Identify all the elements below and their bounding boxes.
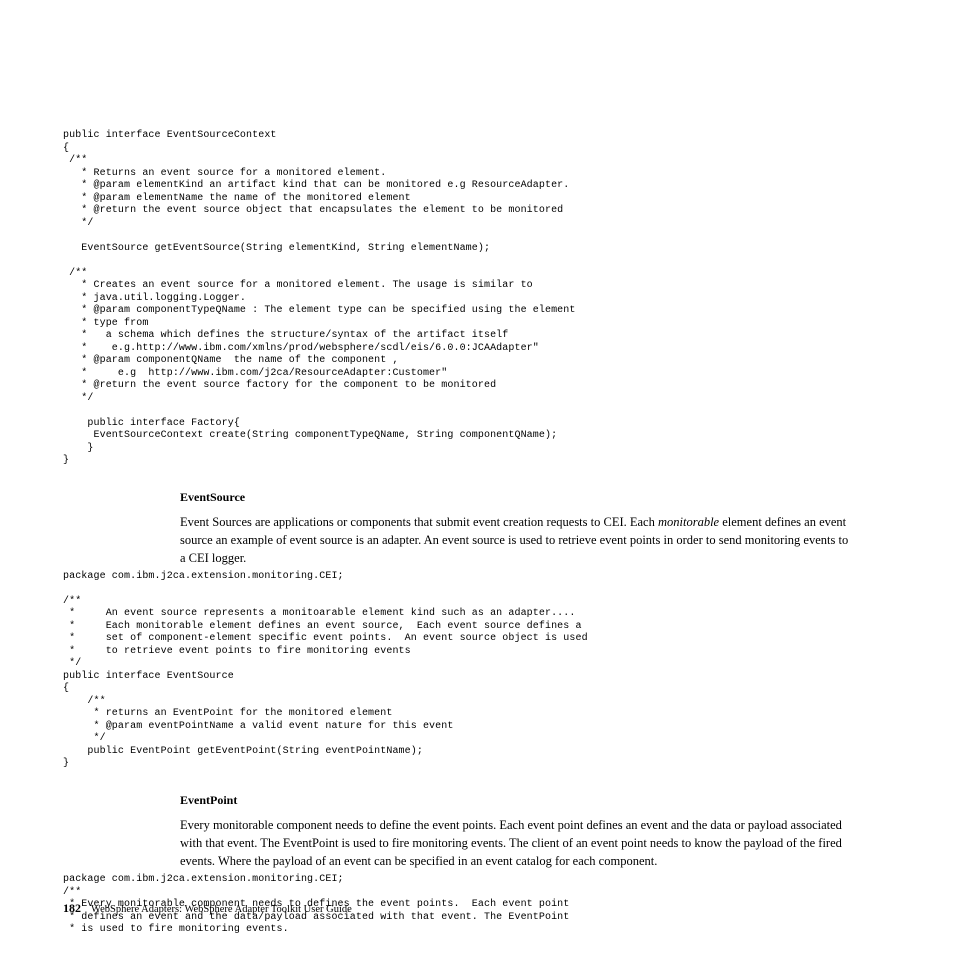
heading-event-point: EventPoint <box>180 793 891 808</box>
code-block-event-source: package com.ibm.j2ca.extension.monitorin… <box>63 571 891 771</box>
paragraph-text-a: Event Sources are applications or compon… <box>180 515 658 529</box>
page-number: 182 <box>63 901 81 915</box>
paragraph-event-point: Every monitorable component needs to def… <box>180 816 851 870</box>
paragraph-event-source: Event Sources are applications or compon… <box>180 513 851 567</box>
paragraph-text-italic: monitorable <box>658 515 719 529</box>
page-footer: 182 WebSphere Adapters: WebSphere Adapter… <box>63 901 352 916</box>
heading-event-source: EventSource <box>180 490 891 505</box>
footer-text: WebSphere Adapters: WebSphere Adapter To… <box>91 904 352 915</box>
code-block-event-source-context: public interface EventSourceContext { /*… <box>63 130 891 468</box>
